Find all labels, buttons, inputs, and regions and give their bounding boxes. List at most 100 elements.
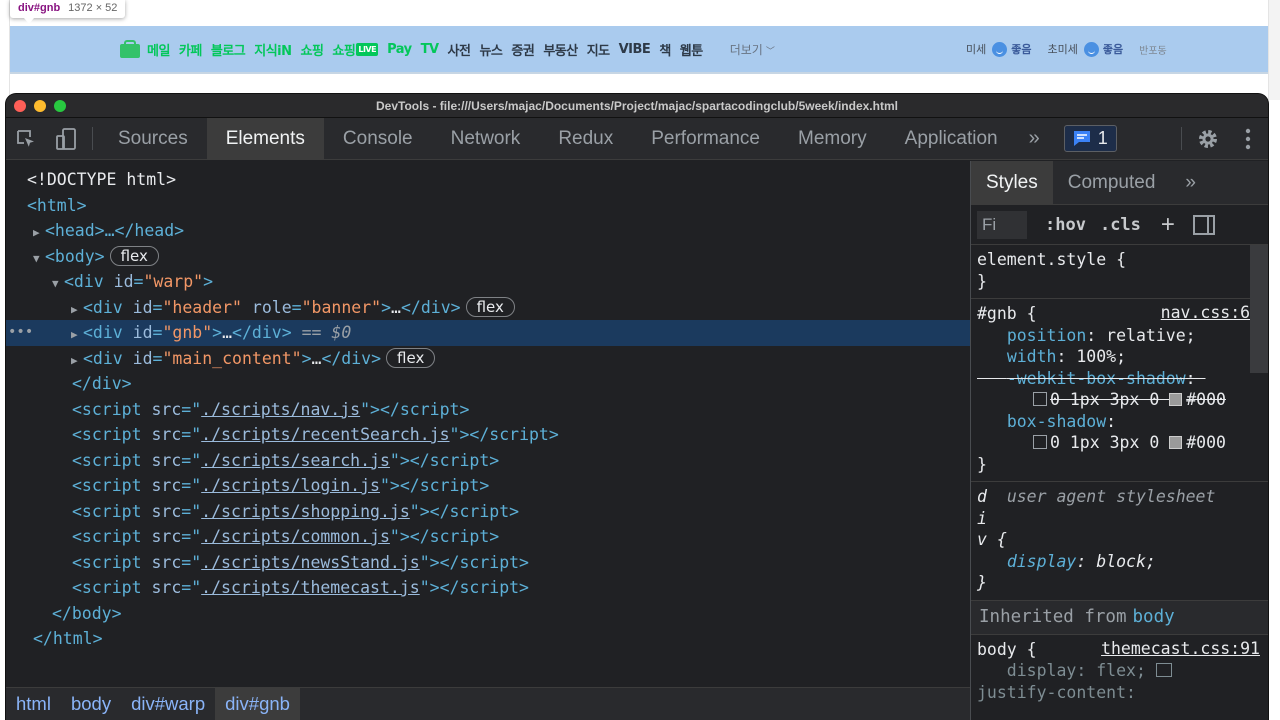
flex-editor-icon[interactable] xyxy=(1155,663,1172,677)
width-value[interactable]: 100% xyxy=(1076,347,1116,366)
rule-element-style[interactable]: element.style { } xyxy=(971,245,1268,299)
gnb-link-label: Pay xyxy=(387,41,412,57)
node-actions-icon[interactable]: ••• xyxy=(8,320,33,346)
flex-badge[interactable]: flex xyxy=(109,245,159,266)
rule-user-agent-div[interactable]: d user agent stylesheet i v { display: b… xyxy=(971,482,1268,601)
script-src-link[interactable]: ./scripts/themecast.js xyxy=(201,578,420,597)
dom-node-html-close[interactable]: </html> xyxy=(6,626,970,652)
new-style-rule-icon[interactable]: + xyxy=(1161,211,1175,239)
webkit-box-shadow-overridden[interactable]: -webkit-box-shadow: xyxy=(977,368,1262,390)
shadow-editor-icon[interactable] xyxy=(1033,392,1047,406)
hov-button[interactable]: :hov xyxy=(1045,215,1086,235)
dom-node-warp[interactable]: ▼ <div id="warp"> xyxy=(6,269,970,295)
breadcrumb-item[interactable]: div#gnb xyxy=(215,688,300,720)
gnb-link[interactable]: 사전 xyxy=(448,40,471,59)
tab-network[interactable]: Network xyxy=(432,118,540,159)
device-toolbar-icon[interactable] xyxy=(46,118,86,159)
gnb-link[interactable]: 웹툰 xyxy=(680,40,703,59)
fine-dust-widget[interactable]: 미세 좋음 초미세 좋음 반포동 xyxy=(966,26,1167,72)
position-value[interactable]: relative xyxy=(1106,326,1185,345)
script-src-link[interactable]: ./scripts/recentSearch.js xyxy=(201,425,449,444)
collapse-arrow-icon[interactable]: ▼ xyxy=(33,246,45,272)
tab-styles[interactable]: Styles xyxy=(971,161,1053,204)
inspect-element-icon[interactable] xyxy=(6,118,46,159)
more-sidebar-tabs-icon[interactable]: » xyxy=(1170,161,1211,204)
gnb-link[interactable]: 책 xyxy=(659,40,671,59)
dom-node-header[interactable]: ▶ <div id="header" role="banner">…</div> f… xyxy=(6,295,970,321)
dom-node-script[interactable]: <script src="./scripts/recentSearch.js">… xyxy=(6,422,970,448)
gnb-link[interactable]: 쇼핑 LIVE xyxy=(332,40,379,59)
gnb-link[interactable]: TV xyxy=(421,42,439,57)
script-src-link[interactable]: ./scripts/newsStand.js xyxy=(201,553,420,572)
dom-node-div-close[interactable]: </div> xyxy=(6,371,970,397)
dom-node-script[interactable]: <script src="./scripts/themecast.js"></s… xyxy=(6,575,970,601)
dom-node-main-content[interactable]: ▶ <div id="main_content">…</div> flex xyxy=(6,346,970,372)
gnb-link[interactable]: 블로그 xyxy=(211,40,246,59)
breadcrumb-item[interactable]: div#warp xyxy=(121,688,215,720)
rule-body[interactable]: body { themecast.css:91 display: flex; j… xyxy=(971,635,1268,710)
dom-node-script[interactable]: <script src="./scripts/newsStand.js"></s… xyxy=(6,550,970,576)
gnb-link[interactable]: VIBE xyxy=(619,42,651,57)
dom-node-script[interactable]: <script src="./scripts/login.js"></scrip… xyxy=(6,473,970,499)
tab-console[interactable]: Console xyxy=(324,118,432,159)
flex-badge[interactable]: flex xyxy=(386,347,436,368)
color-swatch[interactable] xyxy=(1169,436,1183,449)
tab-redux[interactable]: Redux xyxy=(539,118,632,159)
tab-memory[interactable]: Memory xyxy=(779,118,886,159)
settings-gear-icon[interactable] xyxy=(1188,118,1228,159)
tab-computed[interactable]: Computed xyxy=(1053,161,1171,204)
gnb-link[interactable]: 카페 xyxy=(179,40,202,59)
gnb-link[interactable]: 지도 xyxy=(587,40,610,59)
color-swatch[interactable] xyxy=(1169,393,1183,406)
tab-performance[interactable]: Performance xyxy=(632,118,779,159)
gnb-link[interactable]: 뉴스 xyxy=(479,40,502,59)
rule-gnb[interactable]: #gnb { nav.css:62 position: relative; wi… xyxy=(971,299,1268,482)
gnb-link[interactable]: 쇼핑 xyxy=(301,40,324,59)
gnb-rule-source-link[interactable]: nav.css:62 xyxy=(1161,303,1260,322)
toggle-sidebar-icon[interactable] xyxy=(1192,214,1215,235)
page-scrollbar[interactable] xyxy=(1268,0,1280,100)
kebab-menu-icon[interactable] xyxy=(1228,118,1268,159)
dom-node-script[interactable]: <script src="./scripts/common.js"></scri… xyxy=(6,524,970,550)
expand-arrow-icon[interactable]: ▶ xyxy=(71,348,83,374)
expand-arrow-icon[interactable]: ▶ xyxy=(71,297,83,323)
expand-arrow-icon[interactable]: ▶ xyxy=(33,220,45,246)
dom-node-doctype[interactable]: <!DOCTYPE html> xyxy=(6,167,970,193)
script-src-link[interactable]: ./scripts/search.js xyxy=(201,451,390,470)
breadcrumb-item[interactable]: html xyxy=(6,688,61,720)
dom-node-script[interactable]: <script src="./scripts/nav.js"></script> xyxy=(6,397,970,423)
dom-node-html[interactable]: <html> xyxy=(6,193,970,219)
more-tabs-icon[interactable]: » xyxy=(1017,118,1052,159)
flex-badge[interactable]: flex xyxy=(465,296,515,317)
gnb-link[interactable]: Pay xyxy=(387,42,412,57)
gnb-link[interactable]: 증권 xyxy=(511,40,534,59)
script-src-link[interactable]: ./scripts/login.js xyxy=(201,476,380,495)
inherited-from-link[interactable]: body xyxy=(1133,607,1175,627)
cls-button[interactable]: .cls xyxy=(1100,215,1141,235)
gnb-link[interactable]: 부동산 xyxy=(543,40,578,59)
breadcrumb-item[interactable]: body xyxy=(61,688,121,720)
styles-filter-input[interactable]: Fi xyxy=(977,210,1027,239)
script-src-link[interactable]: ./scripts/nav.js xyxy=(201,400,360,419)
expand-arrow-icon[interactable]: ▶ xyxy=(71,322,83,348)
tab-application[interactable]: Application xyxy=(886,118,1017,159)
gnb-link[interactable]: 지식iN xyxy=(254,40,292,59)
script-src-link[interactable]: ./scripts/shopping.js xyxy=(201,502,410,521)
sidebar-scrollbar[interactable] xyxy=(1250,245,1268,373)
tab-sources[interactable]: Sources xyxy=(99,118,207,159)
dom-node-script[interactable]: <script src="./scripts/search.js"></scri… xyxy=(6,448,970,474)
shadow-editor-icon[interactable] xyxy=(1033,435,1047,449)
dom-node-gnb-selected[interactable]: ••• ▶ <div id="gnb">…</div> == $0 xyxy=(6,320,970,346)
dom-node-body-close[interactable]: </body> xyxy=(6,601,970,627)
more-services-button[interactable]: 더보기 ﹀ xyxy=(730,41,775,58)
dom-node-script[interactable]: <script src="./scripts/shopping.js"></sc… xyxy=(6,499,970,525)
body-rule-source-link[interactable]: themecast.css:91 xyxy=(1101,639,1260,658)
dom-node-head[interactable]: ▶ <head>…</head> xyxy=(6,218,970,244)
gnb-link[interactable]: 메일 xyxy=(147,40,170,59)
tab-elements[interactable]: Elements xyxy=(206,118,324,159)
issues-button[interactable]: 1 xyxy=(1063,125,1117,152)
collapse-arrow-icon[interactable]: ▼ xyxy=(52,271,64,297)
dom-node-body[interactable]: ▼ <body> flex xyxy=(6,244,970,270)
mail-logo-icon[interactable] xyxy=(120,40,140,58)
script-src-link[interactable]: ./scripts/common.js xyxy=(201,527,390,546)
